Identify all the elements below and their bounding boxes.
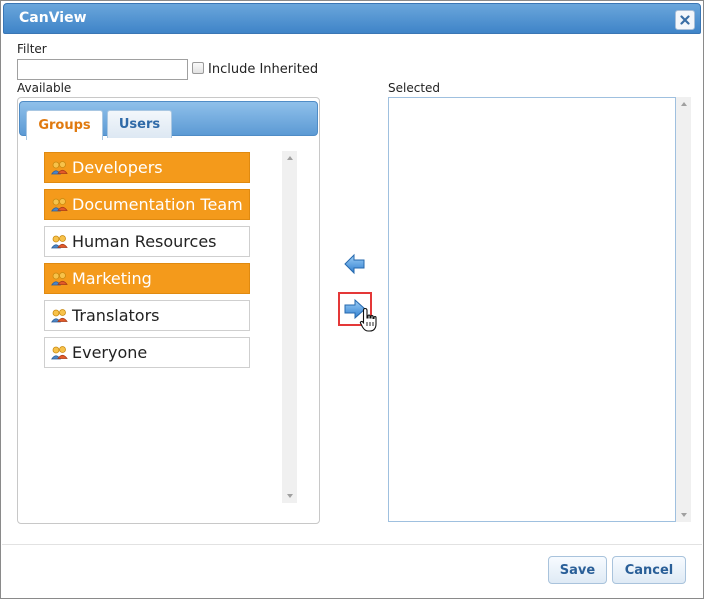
selected-label: Selected [388, 81, 441, 95]
group-icon [51, 160, 68, 174]
save-button[interactable]: Save [548, 556, 607, 584]
group-icon [51, 234, 68, 248]
scroll-up-icon[interactable] [680, 102, 687, 106]
group-icon [51, 308, 68, 322]
arrow-left-icon [344, 253, 365, 275]
item-label: Marketing [72, 269, 152, 288]
available-scrollbar[interactable] [282, 151, 297, 503]
include-inherited-checkbox[interactable] [192, 62, 204, 74]
close-button[interactable] [675, 10, 695, 30]
scroll-down-icon[interactable] [286, 494, 293, 498]
cancel-button[interactable]: Cancel [612, 556, 686, 584]
tab-bar: Groups Users [19, 101, 318, 140]
group-icon [51, 345, 68, 359]
filter-input[interactable] [17, 59, 188, 80]
group-icon [51, 271, 68, 285]
item-label: Everyone [72, 343, 148, 362]
item-label: Developers [72, 158, 163, 177]
dialog-title: CanView [19, 10, 87, 26]
hand-cursor-icon [359, 307, 377, 332]
list-item-everyone[interactable]: Everyone [44, 337, 250, 368]
selected-list[interactable] [388, 97, 676, 522]
item-label: Documentation Team [72, 195, 243, 214]
filter-label: Filter [17, 42, 47, 56]
close-icon [680, 15, 690, 25]
available-label: Available [17, 81, 72, 95]
move-left-button[interactable] [342, 252, 368, 276]
tab-groups[interactable]: Groups [26, 110, 103, 140]
item-label: Human Resources [72, 232, 217, 251]
list-item-human-resources[interactable]: Human Resources [44, 226, 250, 257]
list-item-marketing[interactable]: Marketing [44, 263, 250, 294]
list-item-translators[interactable]: Translators [44, 300, 250, 331]
list-item-documentation-team[interactable]: Documentation Team [44, 189, 250, 220]
group-icon [51, 197, 68, 211]
scroll-down-icon[interactable] [680, 513, 687, 517]
scroll-up-icon[interactable] [286, 156, 293, 160]
tab-users[interactable]: Users [107, 110, 172, 138]
dialog-titlebar[interactable]: CanView [3, 3, 701, 34]
canview-dialog: CanView Filter Include Inherited Availab… [0, 0, 704, 599]
include-inherited-label: Include Inherited [208, 62, 319, 77]
selected-scrollbar[interactable] [676, 97, 691, 522]
available-panel: Groups Users Developers Documentation Te… [17, 97, 320, 524]
item-label: Translators [72, 306, 160, 325]
list-item-developers[interactable]: Developers [44, 152, 250, 183]
footer-divider [2, 544, 702, 545]
